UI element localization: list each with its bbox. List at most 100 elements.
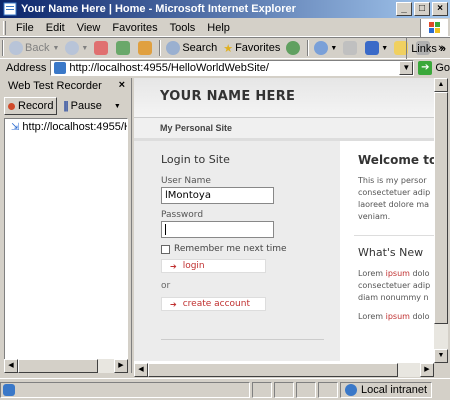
recorder-close-icon[interactable]: × bbox=[119, 79, 125, 91]
back-arrow-icon bbox=[9, 41, 23, 55]
remember-checkbox[interactable] bbox=[161, 244, 170, 254]
pause-icon: || bbox=[63, 100, 68, 112]
address-label: Address bbox=[6, 62, 47, 74]
back-button[interactable]: Back ▼ bbox=[6, 41, 62, 55]
login-title: Login to Site bbox=[161, 153, 230, 166]
menu-view[interactable]: View bbox=[71, 20, 107, 36]
tree-item[interactable]: ⇲ http://localhost:4955/HelloWorldWebSit… bbox=[5, 121, 127, 133]
stop-icon bbox=[94, 41, 109, 55]
media-button[interactable] bbox=[283, 41, 305, 55]
favorites-label: Favorites bbox=[235, 42, 281, 54]
news-text: Lorem bbox=[358, 312, 386, 321]
links-toolbar[interactable]: Links » bbox=[406, 38, 450, 59]
scroll-left-icon[interactable]: ◀ bbox=[4, 359, 18, 373]
recorder-tree: ⇲ http://localhost:4955/HelloWorldWebSit… bbox=[4, 118, 128, 360]
go-button[interactable]: ➔ Go bbox=[418, 61, 450, 75]
recorder-toolbar: Record || Pause ▼ bbox=[4, 96, 127, 116]
status-cell bbox=[318, 381, 338, 398]
news-link[interactable]: ipsum bbox=[386, 269, 410, 278]
vertical-scroll-thumb[interactable] bbox=[434, 92, 448, 324]
forward-arrow-icon bbox=[65, 41, 80, 55]
media-icon bbox=[286, 41, 301, 55]
status-cell bbox=[296, 381, 316, 398]
star-icon: ★ bbox=[223, 42, 234, 55]
address-input[interactable]: http://localhost:4955/HelloWorldWebSite/… bbox=[50, 60, 415, 76]
scroll-right-icon[interactable]: ▶ bbox=[420, 363, 434, 377]
print-icon bbox=[343, 41, 358, 55]
windows-logo-icon bbox=[420, 19, 448, 37]
page-icon bbox=[54, 62, 67, 74]
remember-label: Remember me next time bbox=[174, 244, 287, 254]
create-account-button[interactable]: ➔ create account bbox=[161, 297, 266, 311]
menu-bar: File Edit View Favorites Tools Help bbox=[0, 19, 450, 37]
menu-help[interactable]: Help bbox=[201, 20, 236, 36]
username-input[interactable]: lMontoya bbox=[161, 187, 274, 204]
edit-button[interactable]: ▼ bbox=[362, 41, 391, 55]
address-dropdown-icon[interactable]: ▼ bbox=[399, 61, 414, 75]
ie-page-icon bbox=[3, 2, 17, 16]
scroll-thumb[interactable] bbox=[18, 359, 98, 373]
create-account-label: create account bbox=[182, 299, 250, 309]
status-bar: Local intranet bbox=[0, 378, 450, 400]
menu-file[interactable]: File bbox=[10, 20, 40, 36]
news-text: dolo bbox=[409, 312, 430, 321]
news-text: dolo bbox=[409, 269, 430, 278]
menu-favorites[interactable]: Favorites bbox=[106, 20, 163, 36]
mail-button[interactable]: ▼ bbox=[311, 41, 340, 55]
scroll-left-icon[interactable]: ◀ bbox=[134, 363, 148, 377]
login-panel: Login to Site User Name lMontoya Passwor… bbox=[134, 141, 340, 361]
news-link[interactable]: ipsum bbox=[386, 312, 410, 321]
scroll-up-icon[interactable]: ▲ bbox=[434, 78, 448, 92]
tree-item-label: http://localhost:4955/HelloWorldWebSite/ bbox=[22, 121, 127, 133]
back-dropdown-icon: ▼ bbox=[52, 44, 60, 52]
address-bar: Address http://localhost:4955/HelloWorld… bbox=[0, 59, 450, 77]
recorder-horizontal-scrollbar[interactable]: ◀ ▶ bbox=[4, 359, 128, 373]
horizontal-scroll-thumb[interactable] bbox=[148, 363, 398, 377]
welcome-line: laoreet dolore ma bbox=[358, 200, 430, 209]
scroll-right-icon[interactable]: ▶ bbox=[114, 359, 128, 373]
remember-me[interactable]: Remember me next time bbox=[161, 244, 340, 254]
standard-toolbar: Back ▼ ▼ Search ★ Favorites ▼ ▼ » Links … bbox=[0, 37, 450, 59]
page-vertical-scrollbar[interactable]: ▲ ▼ bbox=[434, 78, 448, 363]
page-status-icon bbox=[3, 383, 15, 396]
record-button[interactable]: Record bbox=[4, 97, 58, 115]
refresh-button[interactable] bbox=[113, 41, 135, 55]
site-subtitle: My Personal Site bbox=[134, 118, 434, 141]
favorites-button[interactable]: ★ Favorites bbox=[220, 42, 283, 55]
home-icon bbox=[138, 41, 153, 55]
refresh-icon bbox=[116, 41, 131, 55]
arrow-right-icon: ➔ bbox=[170, 261, 177, 271]
word-icon bbox=[365, 41, 380, 55]
minimize-button[interactable]: _ bbox=[396, 2, 412, 16]
menu-edit[interactable]: Edit bbox=[40, 20, 71, 36]
username-label: User Name bbox=[161, 176, 211, 186]
toolbar-separator-2 bbox=[307, 40, 310, 56]
arrow-right-icon: ➔ bbox=[170, 299, 177, 309]
welcome-line: This is my persor bbox=[358, 176, 427, 185]
address-url[interactable]: http://localhost:4955/HelloWorldWebSite/ bbox=[69, 62, 399, 74]
recorder-header: Web Test Recorder × bbox=[0, 78, 131, 94]
print-button[interactable] bbox=[340, 41, 362, 55]
request-icon: ⇲ bbox=[11, 121, 20, 133]
divider bbox=[161, 339, 324, 340]
pause-button[interactable]: || Pause bbox=[59, 97, 105, 115]
forward-button[interactable]: ▼ bbox=[62, 41, 91, 55]
login-button[interactable]: ➔ login bbox=[161, 259, 266, 273]
home-button[interactable] bbox=[135, 41, 157, 55]
links-label: Links bbox=[411, 42, 437, 55]
site-name: YOUR NAME HERE bbox=[160, 89, 296, 104]
close-button[interactable]: × bbox=[432, 2, 448, 16]
maximize-button[interactable]: □ bbox=[414, 2, 430, 16]
page-horizontal-scrollbar[interactable]: ◀ ▶ bbox=[134, 363, 434, 377]
stop-button[interactable] bbox=[91, 41, 113, 55]
password-label: Password bbox=[161, 210, 204, 220]
news-line: Lorem ipsum dolo bbox=[358, 311, 434, 323]
window-title: Your Name Here | Home - Microsoft Intern… bbox=[21, 3, 296, 15]
web-test-recorder-pane: Web Test Recorder × Record || Pause ▼ ⇲ … bbox=[0, 78, 132, 373]
search-button[interactable]: Search bbox=[163, 41, 220, 55]
password-input[interactable] bbox=[161, 221, 274, 238]
recorder-dropdown-icon[interactable]: ▼ bbox=[114, 103, 121, 110]
scroll-down-icon[interactable]: ▼ bbox=[434, 349, 448, 363]
menu-tools[interactable]: Tools bbox=[164, 20, 202, 36]
links-chevron-icon: » bbox=[439, 42, 446, 55]
